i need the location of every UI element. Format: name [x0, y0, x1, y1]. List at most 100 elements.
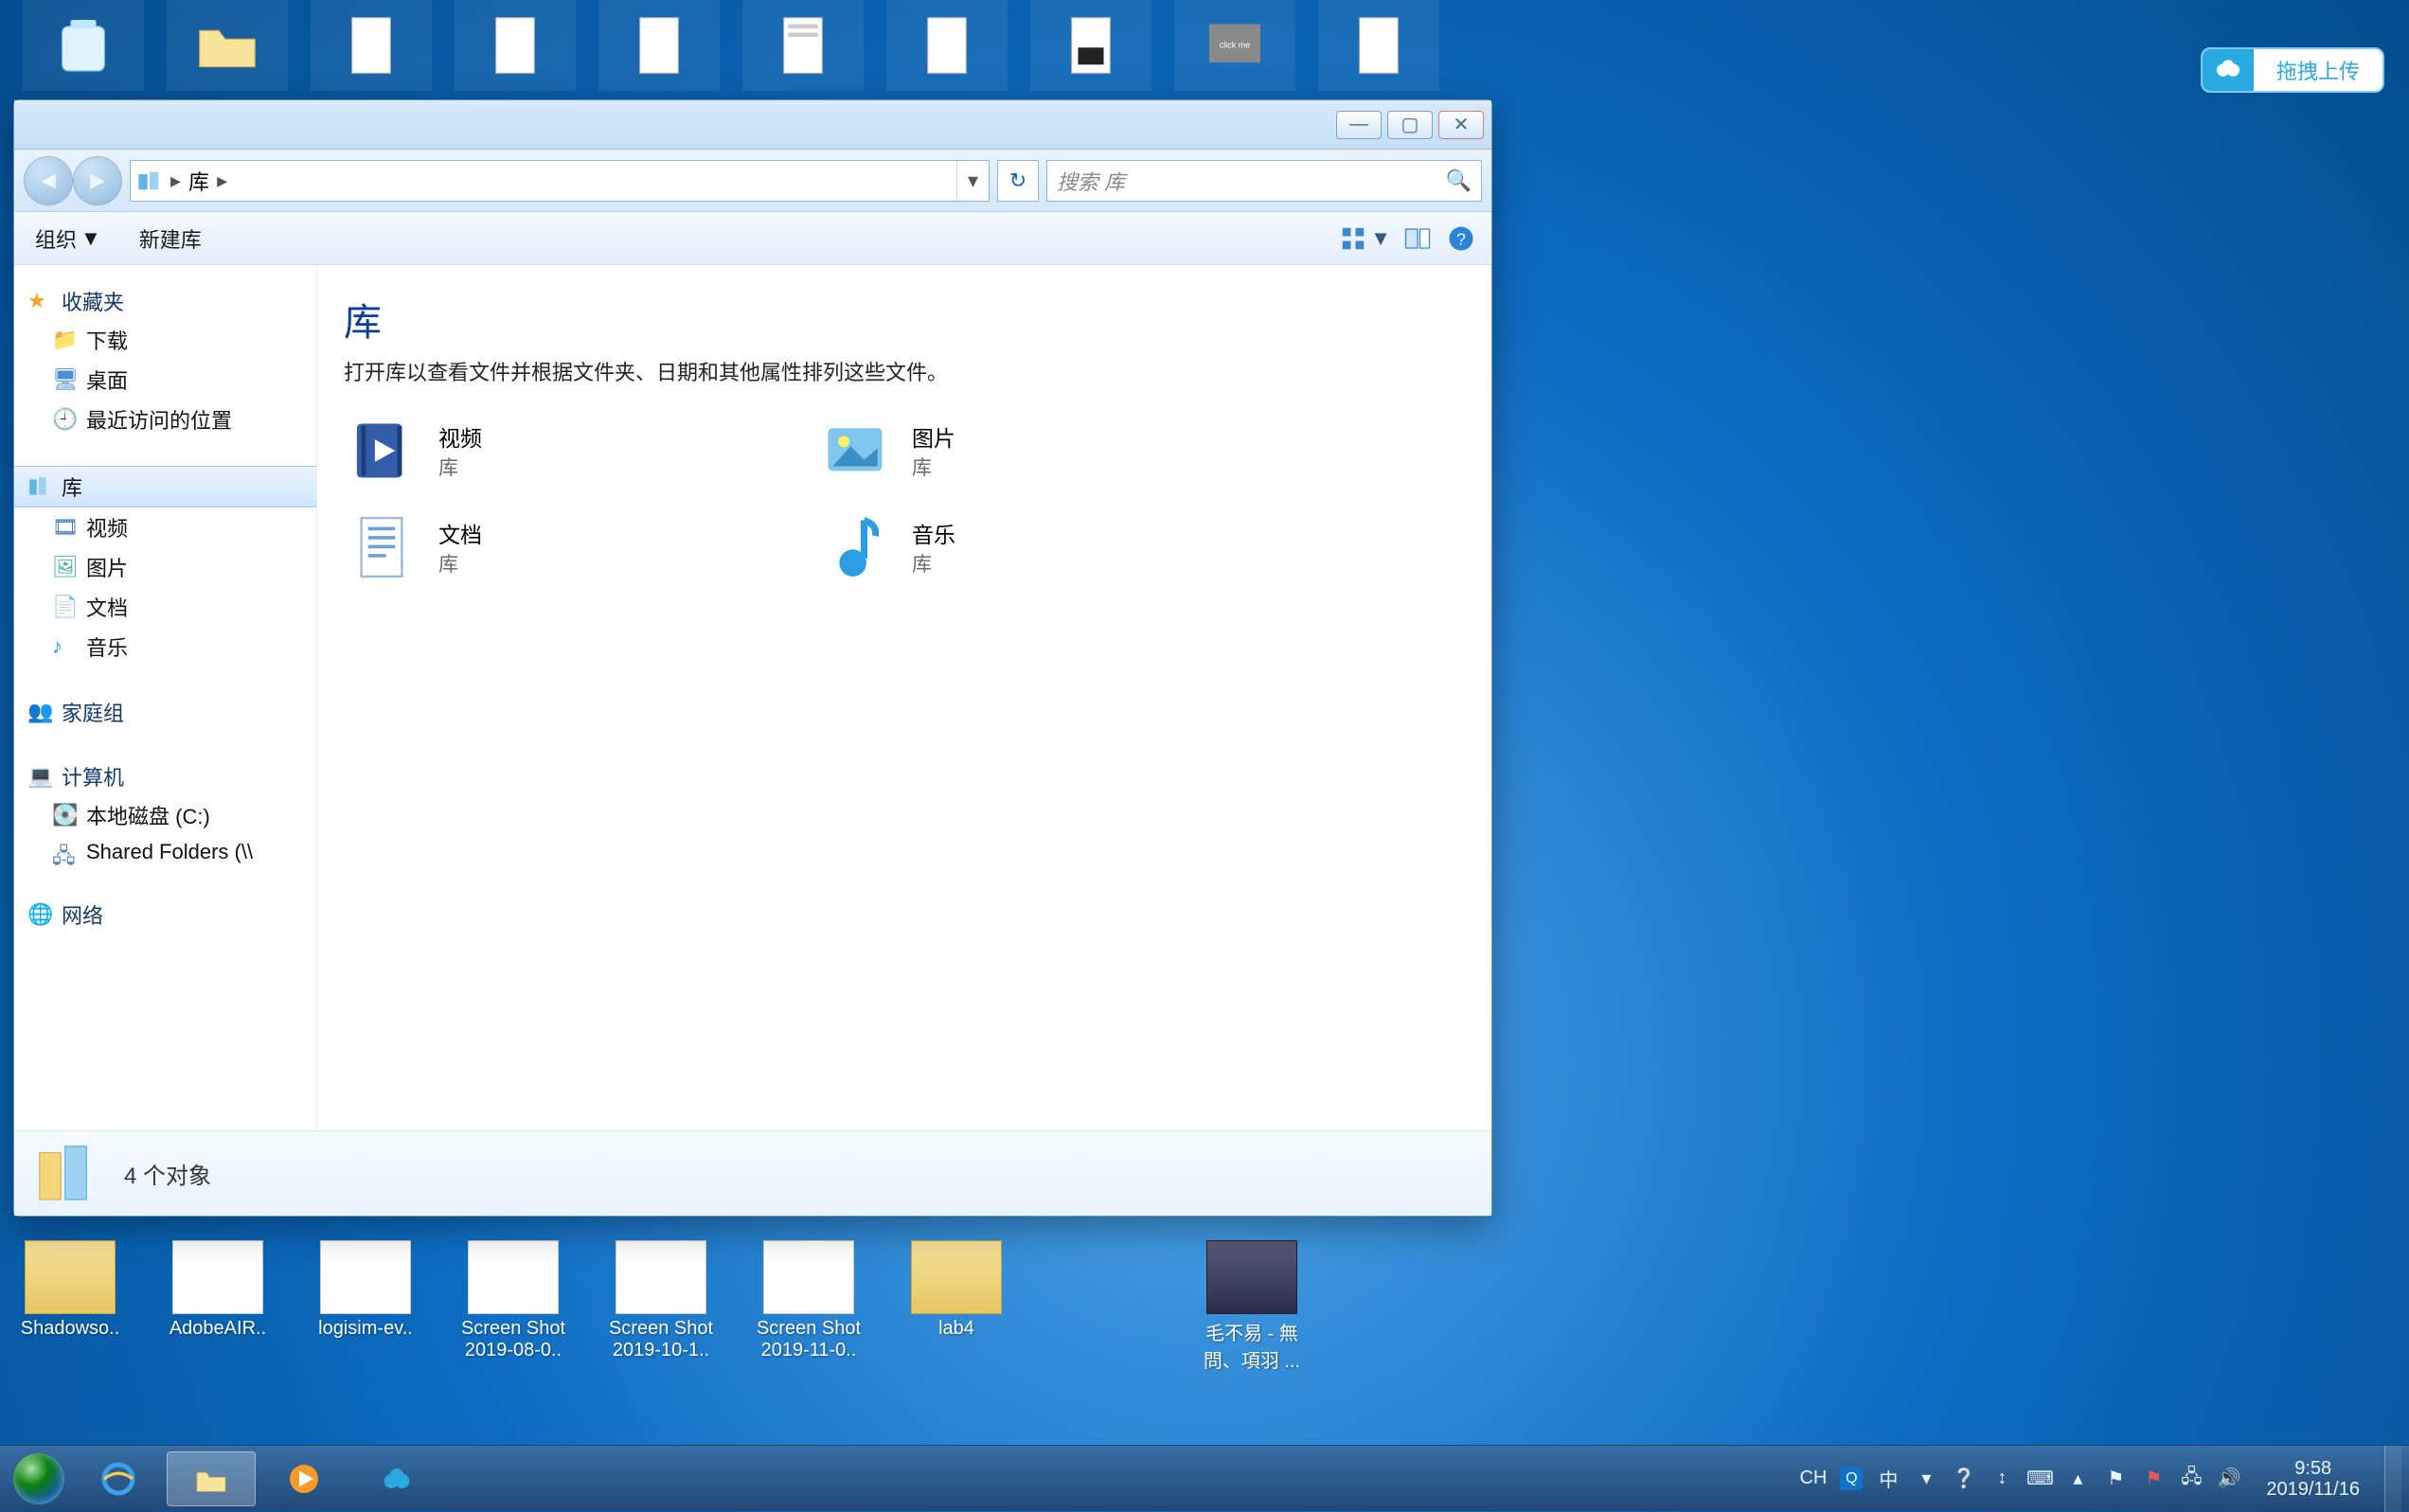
video-library-icon	[344, 413, 419, 489]
sidebar-item-pictures[interactable]: 🖼 图片	[14, 547, 316, 587]
taskbar-explorer[interactable]	[167, 1451, 256, 1506]
recent-icon: 🕘	[52, 407, 77, 432]
desktop-file-icon[interactable]: click me	[1174, 0, 1295, 91]
taskbar: CH Q 中 ▾ ❔ ↕ ⌨ ▴ ⚑ ⚑ 🖧 🔊 9:58 2019/11/16	[0, 1445, 2409, 1511]
tray-network-icon[interactable]: 🖧	[2179, 1467, 2204, 1491]
desktop-file-icon[interactable]	[742, 0, 864, 91]
chevron-down-icon: ▼	[80, 226, 101, 251]
tray-clock[interactable]: 9:58 2019/11/16	[2266, 1458, 2360, 1500]
picture-icon: 🖼	[52, 555, 77, 579]
tray-help-icon[interactable]: ❔	[1952, 1467, 1976, 1491]
chevron-down-icon[interactable]: ▾	[1914, 1467, 1938, 1491]
tray-chevron-up-icon[interactable]: ▴	[2065, 1467, 2090, 1491]
minimize-button[interactable]: —	[1336, 111, 1382, 139]
desktop-file-icon[interactable]	[311, 0, 432, 91]
start-button[interactable]	[6, 1446, 72, 1512]
taskbar-media-player[interactable]	[259, 1451, 348, 1506]
tray-lang[interactable]: CH	[1799, 1468, 1827, 1489]
sidebar-item-recent[interactable]: 🕘 最近访问的位置	[14, 400, 316, 439]
desktop-file-icon[interactable]	[1318, 0, 1439, 91]
tray-ime[interactable]: 中	[1876, 1467, 1900, 1491]
search-placeholder: 搜索 库	[1057, 166, 1125, 196]
library-item-videos[interactable]: 视频 库	[344, 413, 817, 489]
tray-keyboard-icon[interactable]: ⌨	[2027, 1467, 2052, 1491]
desktop-icon[interactable]: Screen Shot2019-10-1..	[598, 1240, 723, 1373]
desktop-icon[interactable]: Shadowso..	[8, 1240, 133, 1373]
tray-sync-icon[interactable]: ↕	[1990, 1467, 2014, 1491]
new-library-button[interactable]: 新建库	[132, 220, 209, 258]
organize-button[interactable]: 组织 ▼	[27, 220, 109, 258]
page-subtitle: 打开库以查看文件并根据文件夹、日期和其他属性排列这些文件。	[344, 356, 1465, 386]
desktop-icon[interactable]: Screen Shot2019-08-0..	[451, 1240, 576, 1373]
desktop-icon[interactable]: Screen Shot2019-11-0..	[746, 1240, 871, 1373]
taskbar-baidu-cloud[interactable]	[352, 1451, 441, 1506]
desktop-icon[interactable]: AdobeAIR..	[155, 1240, 280, 1373]
star-icon: ★	[27, 289, 52, 313]
music-library-icon	[817, 509, 893, 585]
chevron-down-icon[interactable]: ▼	[1370, 226, 1391, 251]
help-button[interactable]: ?	[1444, 222, 1478, 256]
network-drive-icon: 🖧	[52, 840, 77, 864]
show-desktop-button[interactable]	[2384, 1446, 2401, 1512]
desktop-icon: 🖥	[52, 367, 77, 392]
tray-security-icon[interactable]: ⚑	[2141, 1467, 2166, 1491]
tray-qq-icon[interactable]: Q	[1840, 1468, 1863, 1490]
sidebar-item-videos[interactable]: 🎞 视频	[14, 507, 316, 547]
desktop-icon[interactable]: logisim-ev..	[303, 1240, 428, 1373]
forward-button[interactable]: ►	[73, 156, 122, 205]
desktop-file-icon[interactable]	[1030, 0, 1151, 91]
library-item-documents[interactable]: 文档 库	[344, 509, 817, 585]
maximize-button[interactable]: ▢	[1387, 111, 1433, 139]
explorer-window: — ▢ ✕ ◄ ► ▸ 库 ▸ ▾ ↻ 搜索 库 🔍 组织 ▼ 新建库	[13, 99, 1492, 1217]
svg-text:?: ?	[1456, 229, 1466, 248]
library-item-music[interactable]: 音乐 库	[817, 509, 1291, 585]
sidebar-item-desktop[interactable]: 🖥 桌面	[14, 360, 316, 400]
page-title: 库	[344, 292, 1465, 347]
network-icon: 🌐	[27, 902, 52, 927]
content-pane: 库 打开库以查看文件并根据文件夹、日期和其他属性排列这些文件。 视频 库	[317, 265, 1491, 1130]
taskbar-ie[interactable]	[74, 1451, 163, 1506]
libraries-icon	[136, 168, 163, 194]
svg-text:click me: click me	[1220, 40, 1251, 49]
music-icon: ♪	[52, 634, 77, 659]
refresh-button[interactable]: ↻	[997, 160, 1039, 202]
sidebar-item-downloads[interactable]: 📁 下载	[14, 320, 316, 360]
video-icon: 🎞	[52, 515, 77, 540]
sidebar-item-network[interactable]: 🌐 网络	[14, 896, 316, 934]
preview-pane-button[interactable]	[1401, 222, 1435, 256]
picture-library-icon	[817, 413, 893, 489]
recycle-bin-icon[interactable]	[23, 0, 144, 91]
desktop-icon[interactable]: lab4	[894, 1240, 1019, 1373]
close-button[interactable]: ✕	[1438, 111, 1484, 139]
sidebar-item-libraries[interactable]: 库	[14, 466, 316, 507]
system-tray: CH Q 中 ▾ ❔ ↕ ⌨ ▴ ⚑ ⚑ 🖧 🔊 9:58 2019/11/16	[1799, 1446, 2409, 1512]
view-options-button[interactable]	[1336, 222, 1370, 256]
library-item-pictures[interactable]: 图片 库	[817, 413, 1291, 489]
sidebar-item-computer[interactable]: 💻 计算机	[14, 757, 316, 795]
desktop-icon[interactable]: 毛不易 - 無問、項羽 ...	[1189, 1240, 1314, 1373]
tray-action-center-icon[interactable]: ⚑	[2103, 1467, 2128, 1491]
search-input[interactable]: 搜索 库 🔍	[1046, 160, 1482, 202]
desktop-file-icon[interactable]	[455, 0, 576, 91]
address-dropdown[interactable]: ▾	[956, 161, 989, 201]
homegroup-group: 👥 家庭组	[14, 693, 316, 731]
libraries-group: 库 🎞 视频 🖼 图片 📄 文档 ♪ 音乐	[14, 466, 316, 667]
sidebar-item-favorites[interactable]: ★ 收藏夹	[14, 282, 316, 320]
favorites-group: ★ 收藏夹 📁 下载 🖥 桌面 🕘 最近访问的位置	[14, 282, 316, 439]
sidebar-item-documents[interactable]: 📄 文档	[14, 587, 316, 627]
sidebar-item-music[interactable]: ♪ 音乐	[14, 627, 316, 667]
desktop-file-icon[interactable]	[598, 0, 720, 91]
desktop-file-icon[interactable]	[886, 0, 1008, 91]
breadcrumb[interactable]: 库	[188, 166, 209, 196]
address-bar[interactable]: ▸ 库 ▸ ▾	[130, 160, 990, 202]
titlebar[interactable]: — ▢ ✕	[14, 100, 1491, 150]
document-library-icon	[344, 509, 419, 585]
sidebar-item-shared-folders[interactable]: 🖧 Shared Folders (\\	[14, 835, 316, 869]
network-group: 🌐 网络	[14, 896, 316, 934]
desktop-folder-icon[interactable]	[167, 0, 288, 91]
sidebar-item-homegroup[interactable]: 👥 家庭组	[14, 693, 316, 731]
tray-volume-icon[interactable]: 🔊	[2217, 1467, 2241, 1491]
back-button[interactable]: ◄	[24, 156, 73, 205]
sidebar-item-local-disk[interactable]: 💽 本地磁盘 (C:)	[14, 795, 316, 835]
windows-orb-icon	[13, 1453, 64, 1504]
